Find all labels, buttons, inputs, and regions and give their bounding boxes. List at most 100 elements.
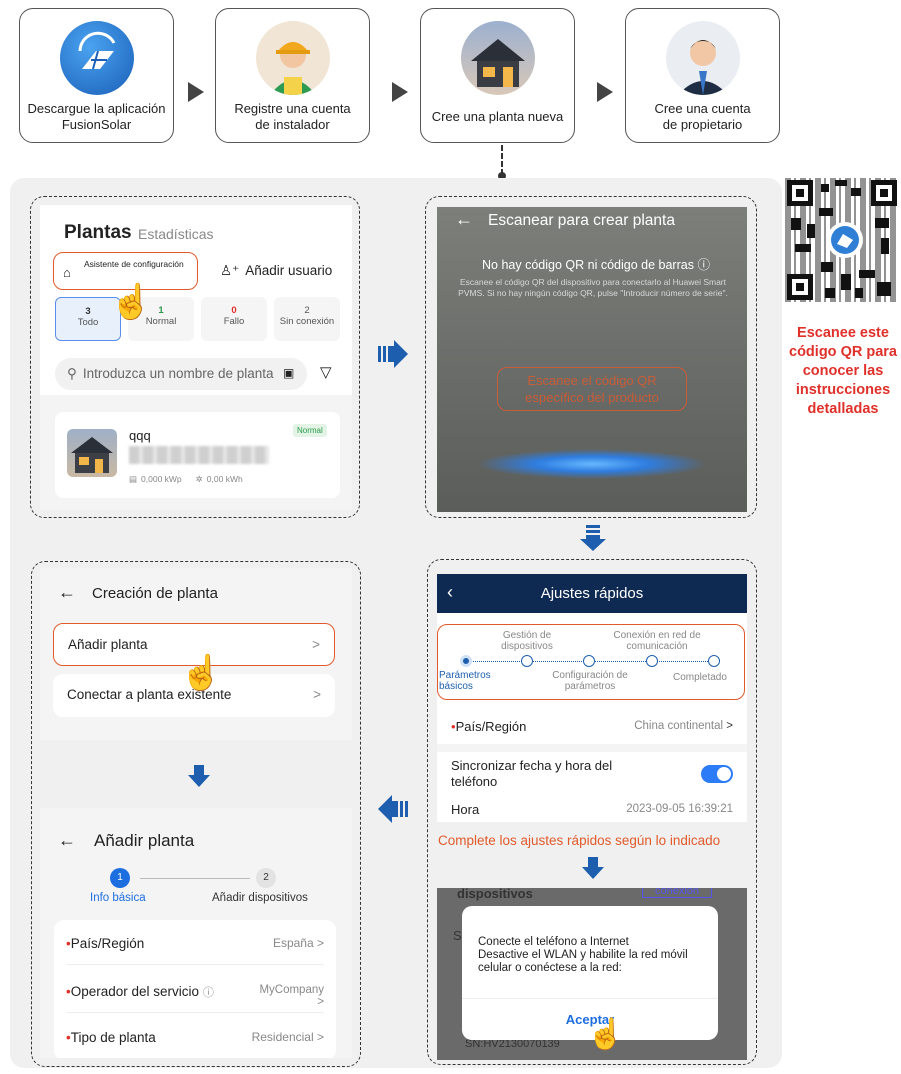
- bg-side-letter: S: [453, 928, 462, 943]
- home-gear-icon: ⌂: [63, 265, 71, 280]
- row-divider: [66, 964, 324, 965]
- arrow-right-icon: [188, 82, 204, 102]
- screen-title: Creación de planta: [92, 585, 218, 602]
- info-icon: ⓘ: [202, 987, 214, 999]
- step-dot-3: [583, 655, 595, 667]
- bg-button: conexión: [642, 888, 712, 898]
- row-divider: [66, 1012, 324, 1013]
- time-row[interactable]: Hora 2023-09-05 16:39:21: [437, 796, 747, 822]
- chevron-right-icon: >: [726, 720, 733, 732]
- step-dot-2: [521, 655, 533, 667]
- arrow-down-blue-icon: [188, 765, 210, 787]
- step-device-mgmt: Gestión de dispositivos: [501, 630, 553, 652]
- plants-screen: Plantas Estadísticas ⌂ Asistente de conf…: [40, 205, 352, 510]
- filter-icon[interactable]: ▽: [320, 363, 332, 381]
- step-label: Descargue la aplicación FusionSolar: [27, 101, 166, 132]
- sync-toggle[interactable]: [701, 765, 733, 783]
- hand-cursor-icon: ☝: [180, 654, 223, 692]
- step-label: Cree una cuenta de propietario: [654, 101, 751, 132]
- filter-offline[interactable]: 2 Sin conexión: [274, 297, 340, 341]
- arrow-down-blue-icon: [582, 857, 604, 879]
- chevron-right-icon: >: [316, 936, 324, 950]
- step-create-plant: Cree una planta nueva: [420, 8, 575, 143]
- sync-time-row: Sincronizar fecha y hora del teléfono: [437, 752, 747, 796]
- search-input[interactable]: ⚲ Introduzca un nombre de planta: [55, 358, 307, 390]
- step-line: [140, 878, 250, 879]
- chevron-right-icon: >: [313, 687, 321, 702]
- plant-capacity: ▤ 0,000 kWp ✲ 0,00 kWh: [129, 474, 243, 484]
- qr-code[interactable]: [785, 178, 899, 302]
- connector-line: [501, 145, 503, 175]
- step-dot-1: [460, 655, 472, 667]
- add-user-icon: ♙⁺: [220, 263, 240, 278]
- search-icon: ⚲: [67, 366, 77, 381]
- scan-light: [477, 449, 707, 479]
- step-2-circle: 2: [256, 868, 276, 888]
- add-plant-screen: ← Añadir planta 1 2 Info básica Añadir d…: [40, 808, 352, 1058]
- screen-title: Añadir planta: [94, 831, 195, 850]
- energy-icon: ✲: [195, 474, 203, 484]
- page-title: Plantas: [64, 222, 132, 243]
- back-arrow-icon[interactable]: ←: [58, 830, 76, 851]
- fusionsolar-logo-icon: [59, 21, 134, 95]
- arrow-right-blue-icon: [378, 340, 408, 368]
- scan-hint: Escanee el código QR del dispositivo par…: [458, 277, 728, 298]
- scan-title: Escanear para crear planta: [488, 212, 675, 229]
- step-download-app: Descargue la aplicación FusionSolar: [19, 8, 174, 143]
- arrow-right-icon: [392, 82, 408, 102]
- step-1-label: Info básica: [90, 892, 146, 904]
- installer-avatar-icon: [255, 21, 330, 95]
- step-create-owner: Cree una cuenta de propietario: [625, 8, 780, 143]
- back-arrow-icon[interactable]: ←: [455, 209, 473, 230]
- capacity-icon: ▤: [129, 474, 138, 484]
- add-user-button[interactable]: ♙⁺ Añadir usuario: [220, 263, 332, 279]
- step-config: Configuración de parámetros: [552, 670, 628, 692]
- wizard-label: Asistente de configuración: [84, 259, 184, 269]
- quick-settings-note: Complete los ajustes rápidos según lo in…: [438, 833, 721, 848]
- arrow-right-icon: [597, 82, 613, 102]
- step-dot-5: [708, 655, 720, 667]
- operator-row[interactable]: •Operador del servicio ⓘ MyCompany >: [66, 984, 324, 1008]
- chevron-right-icon: >: [312, 637, 320, 652]
- step-network: Conexión en red de comunicación: [613, 630, 701, 652]
- blurred-address: [129, 446, 269, 464]
- scan-screen: ← Escanear para crear planta No hay códi…: [437, 207, 747, 512]
- country-row[interactable]: •País/Región España >: [66, 936, 324, 951]
- create-plant-screen: ← Creación de planta Añadir planta > Cone…: [40, 568, 352, 740]
- hand-cursor-icon: ☝: [587, 1018, 625, 1051]
- quick-settings-screen: ‹ Ajustes rápidos Gestión de dispositivo…: [437, 574, 747, 822]
- scan-frame-label: Escanee el código QR específico del prod…: [497, 367, 687, 411]
- status-badge: Normal: [293, 424, 327, 437]
- step-2-label: Añadir dispositivos: [212, 892, 308, 904]
- country-row[interactable]: •País/Región China continental >: [437, 708, 747, 744]
- screen-title: Ajustes rápidos: [540, 585, 644, 602]
- arrow-left-blue-icon: [378, 795, 408, 823]
- scan-icon[interactable]: ▣: [283, 366, 294, 380]
- no-code-text[interactable]: No hay código QR ni código de barras ⓘ: [471, 254, 721, 273]
- hand-cursor-icon: ☝: [110, 283, 153, 321]
- dialog-divider: [462, 998, 718, 999]
- chevron-right-icon: >: [317, 996, 324, 1008]
- plant-type-row[interactable]: •Tipo de planta Residencial >: [66, 1030, 324, 1045]
- plant-card[interactable]: qqq Normal ▤ 0,000 kWp ✲ 0,00 kWh: [55, 412, 340, 498]
- back-arrow-icon[interactable]: ←: [58, 582, 76, 603]
- plant-thumbnail: [67, 429, 117, 477]
- tab-statistics[interactable]: Estadísticas: [138, 226, 213, 242]
- step-complete: Completado: [673, 672, 727, 683]
- bg-text: dispositivos: [457, 888, 533, 901]
- help-icon: ⓘ: [697, 258, 710, 272]
- plant-name: qqq: [129, 428, 151, 443]
- dialog-screen: dispositivos conexión S SN:HV2130070139 …: [437, 888, 747, 1060]
- step-basic-params: Parámetros básicos: [439, 670, 491, 692]
- step-dot-4: [646, 655, 658, 667]
- step-label: Registre una cuenta de instalador: [234, 101, 351, 132]
- step-label: Cree una planta nueva: [431, 109, 564, 124]
- step-register-installer: Registre una cuenta de instalador: [215, 8, 370, 143]
- chevron-right-icon: >: [316, 1030, 324, 1044]
- arrow-down-blue-icon: [580, 525, 606, 551]
- filter-fault[interactable]: 0 Fallo: [201, 297, 267, 341]
- dialog-message: Conecte el teléfono a Internet Desactive…: [478, 936, 688, 974]
- owner-avatar-icon: [665, 21, 740, 95]
- step-1-circle: 1: [110, 868, 130, 888]
- house-icon: [460, 21, 535, 95]
